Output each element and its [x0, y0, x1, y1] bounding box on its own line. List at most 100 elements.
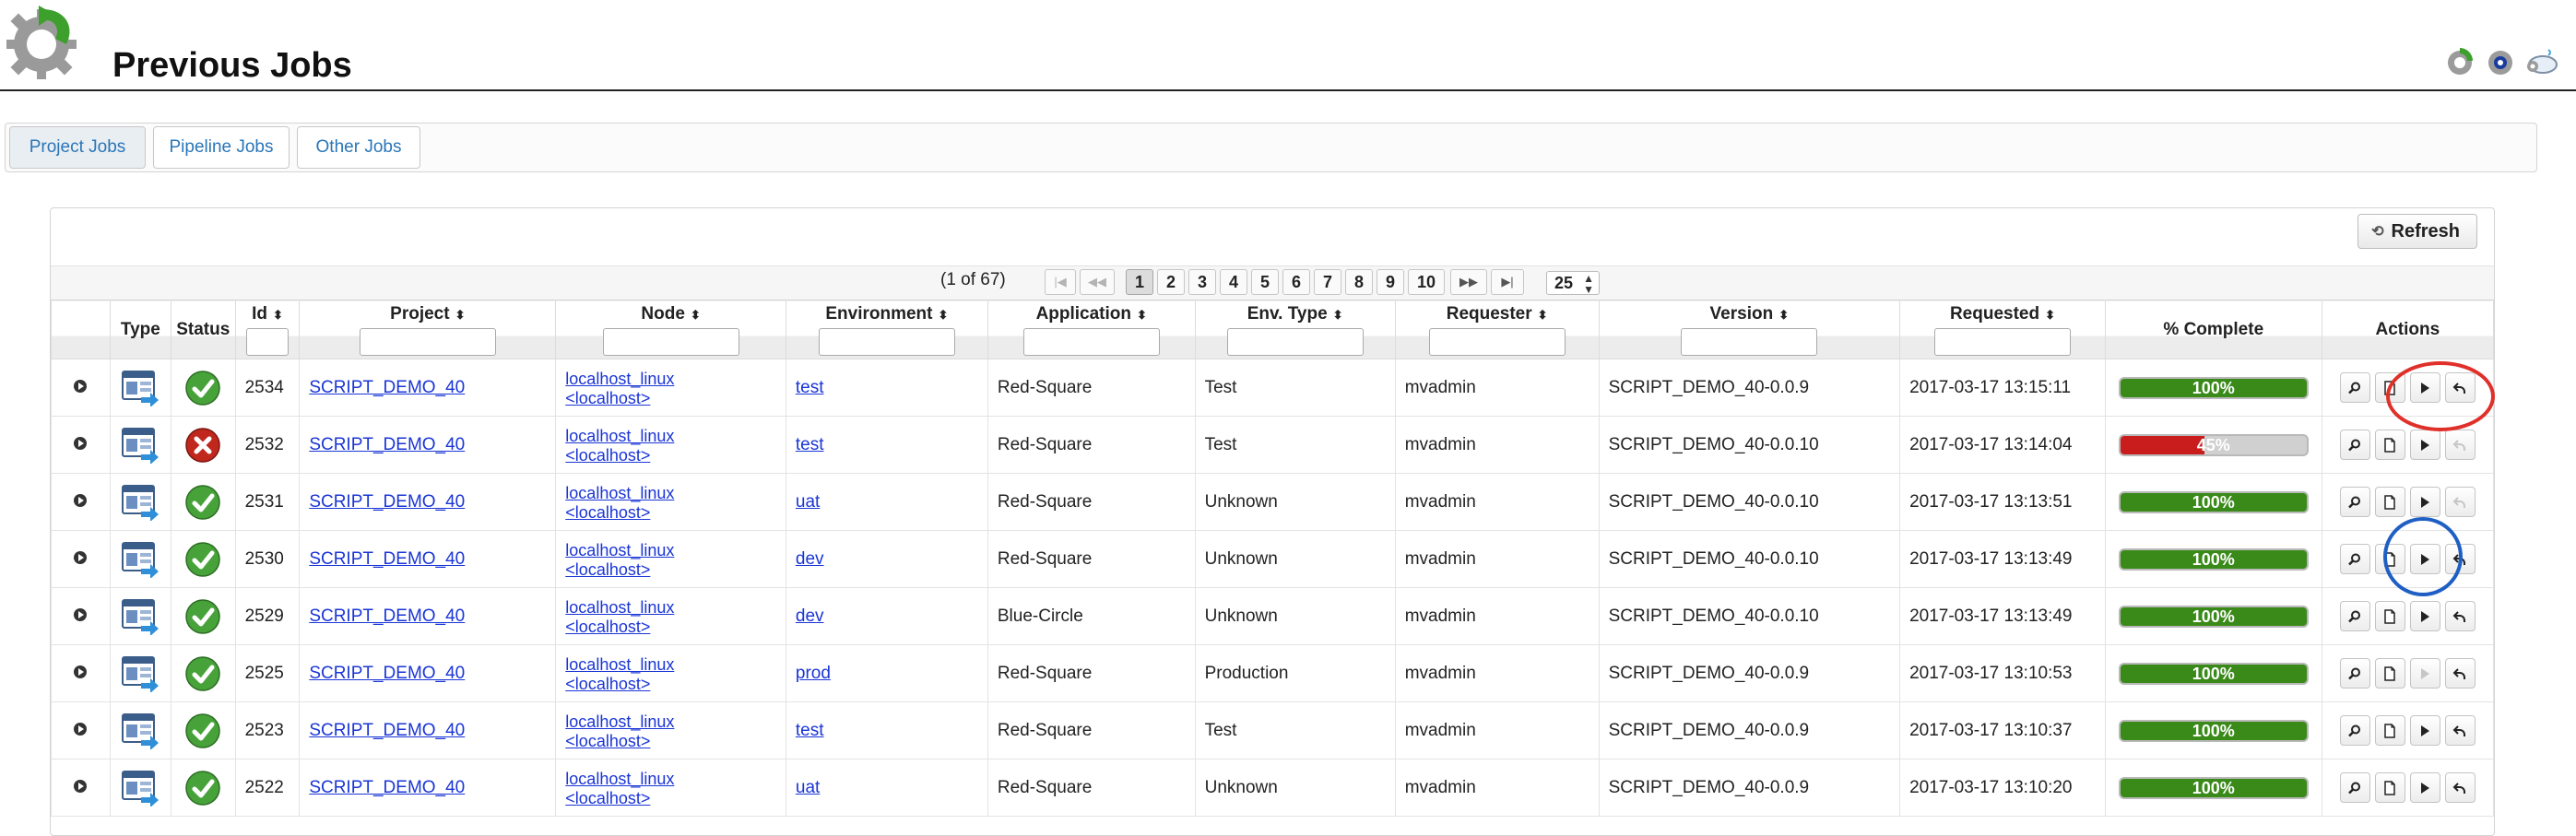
- node-link[interactable]: localhost_linux <localhost>: [565, 427, 674, 465]
- rerun-button[interactable]: [2409, 772, 2440, 803]
- environment-link[interactable]: uat: [796, 778, 820, 797]
- view-log-button[interactable]: [2374, 658, 2405, 689]
- project-filter-input[interactable]: [359, 328, 496, 356]
- row-expander[interactable]: [51, 530, 111, 588]
- node-link[interactable]: localhost_linux <localhost>: [565, 770, 674, 807]
- id-filter-input[interactable]: [245, 328, 289, 356]
- rerun-button[interactable]: [2409, 601, 2440, 631]
- expand-icon[interactable]: [74, 779, 88, 793]
- rollback-button[interactable]: [2444, 715, 2476, 746]
- requested-filter-input[interactable]: [1933, 328, 2071, 356]
- expand-icon[interactable]: [74, 550, 88, 564]
- view-details-button[interactable]: [2339, 601, 2370, 631]
- rollback-button[interactable]: [2444, 487, 2476, 517]
- row-expander[interactable]: [51, 587, 111, 645]
- node-link[interactable]: localhost_linux <localhost>: [565, 370, 674, 407]
- row-expander[interactable]: [51, 416, 111, 474]
- node-column-header[interactable]: Node ⬍: [555, 300, 786, 359]
- first-page-button[interactable]: |◀: [1045, 269, 1076, 295]
- environment-link[interactable]: test: [796, 435, 824, 454]
- table-row[interactable]: 2529 SCRIPT_DEMO_40 localhost_linux <localh…: [51, 587, 2495, 645]
- view-details-button[interactable]: [2339, 430, 2370, 460]
- project-link[interactable]: SCRIPT_DEMO_40: [309, 721, 465, 740]
- view-details-button[interactable]: [2339, 772, 2370, 803]
- view-log-button[interactable]: [2374, 487, 2405, 517]
- node-link[interactable]: localhost_linux <localhost>: [565, 484, 674, 522]
- row-expander[interactable]: [51, 701, 111, 759]
- row-expander[interactable]: [51, 644, 111, 702]
- page-button-6[interactable]: 6: [1282, 269, 1310, 295]
- project-link[interactable]: SCRIPT_DEMO_40: [309, 435, 465, 454]
- rerun-button[interactable]: [2409, 430, 2440, 460]
- expand-icon[interactable]: [74, 379, 88, 393]
- version-filter-input[interactable]: [1681, 328, 1818, 356]
- table-row[interactable]: 2522 SCRIPT_DEMO_40 localhost_linux <localh…: [51, 759, 2495, 817]
- environment-link[interactable]: prod: [796, 664, 831, 683]
- page-button-7[interactable]: 7: [1314, 269, 1341, 295]
- table-row[interactable]: 2523 SCRIPT_DEMO_40 localhost_linux <localh…: [51, 701, 2495, 759]
- view-details-button[interactable]: [2339, 372, 2370, 403]
- environment-link[interactable]: test: [796, 378, 824, 397]
- row-expander[interactable]: [51, 759, 111, 817]
- green-gear-icon[interactable]: [2441, 42, 2478, 79]
- application-column-header[interactable]: Application ⬍: [987, 300, 1196, 359]
- application-filter-input[interactable]: [1022, 328, 1160, 356]
- blue-gear-icon[interactable]: [2482, 42, 2519, 79]
- requested-column-header[interactable]: Requested ⬍: [1899, 300, 2106, 359]
- project-column-header[interactable]: Project ⬍: [299, 300, 557, 359]
- table-row[interactable]: 2534 SCRIPT_DEMO_40 localhost_linux <localh…: [51, 359, 2495, 417]
- project-link[interactable]: SCRIPT_DEMO_40: [309, 378, 465, 397]
- page-button-2[interactable]: 2: [1157, 269, 1185, 295]
- env-type-column-header[interactable]: Env. Type ⬍: [1194, 300, 1396, 359]
- project-link[interactable]: SCRIPT_DEMO_40: [309, 492, 465, 512]
- table-row[interactable]: 2530 SCRIPT_DEMO_40 localhost_linux <localh…: [51, 530, 2495, 588]
- project-link[interactable]: SCRIPT_DEMO_40: [309, 778, 465, 797]
- project-link[interactable]: SCRIPT_DEMO_40: [309, 549, 465, 569]
- expand-icon[interactable]: [74, 607, 88, 621]
- table-row[interactable]: 2525 SCRIPT_DEMO_40 localhost_linux <localh…: [51, 644, 2495, 702]
- prev-page-button[interactable]: ◀◀: [1080, 269, 1115, 295]
- row-expander[interactable]: [51, 473, 111, 531]
- view-details-button[interactable]: [2339, 715, 2370, 746]
- view-details-button[interactable]: [2339, 544, 2370, 574]
- expand-icon[interactable]: [74, 665, 88, 678]
- environment-link[interactable]: dev: [796, 606, 824, 626]
- row-expander[interactable]: [51, 359, 111, 417]
- page-button-8[interactable]: 8: [1345, 269, 1373, 295]
- page-button-10[interactable]: 10: [1408, 269, 1445, 295]
- rollback-button[interactable]: [2444, 772, 2476, 803]
- rollback-button[interactable]: [2444, 658, 2476, 689]
- view-log-button[interactable]: [2374, 715, 2405, 746]
- expand-icon[interactable]: [74, 493, 88, 507]
- view-details-button[interactable]: [2339, 487, 2370, 517]
- refresh-button[interactable]: ⟲ Refresh: [2357, 214, 2477, 249]
- tab-pipeline-jobs[interactable]: Pipeline Jobs: [153, 126, 290, 169]
- view-log-button[interactable]: [2374, 772, 2405, 803]
- node-filter-input[interactable]: [602, 328, 739, 356]
- page-button-1[interactable]: 1: [1126, 269, 1153, 295]
- view-log-button[interactable]: [2374, 430, 2405, 460]
- table-row[interactable]: 2531 SCRIPT_DEMO_40 localhost_linux <localh…: [51, 473, 2495, 531]
- tab-project-jobs[interactable]: Project Jobs: [9, 126, 146, 169]
- rows-per-page-select[interactable]: 25 ▲ ▼: [1546, 271, 1600, 295]
- page-button-9[interactable]: 9: [1377, 269, 1404, 295]
- requester-filter-input[interactable]: [1428, 328, 1566, 356]
- environment-column-header[interactable]: Environment ⬍: [785, 300, 988, 359]
- environment-link[interactable]: uat: [796, 492, 820, 512]
- env-type-filter-input[interactable]: [1226, 328, 1364, 356]
- requester-column-header[interactable]: Requester ⬍: [1394, 300, 1600, 359]
- version-column-header[interactable]: Version ⬍: [1598, 300, 1901, 359]
- page-button-5[interactable]: 5: [1251, 269, 1279, 295]
- project-link[interactable]: SCRIPT_DEMO_40: [309, 664, 465, 683]
- view-log-button[interactable]: [2374, 601, 2405, 631]
- environment-link[interactable]: test: [796, 721, 824, 740]
- rerun-button[interactable]: [2409, 658, 2440, 689]
- node-link[interactable]: localhost_linux <localhost>: [565, 655, 674, 693]
- view-details-button[interactable]: [2339, 658, 2370, 689]
- page-button-4[interactable]: 4: [1220, 269, 1247, 295]
- project-link[interactable]: SCRIPT_DEMO_40: [309, 606, 465, 626]
- node-link[interactable]: localhost_linux <localhost>: [565, 541, 674, 579]
- environment-link[interactable]: dev: [796, 549, 824, 569]
- rollback-button[interactable]: [2444, 601, 2476, 631]
- last-page-button[interactable]: ▶|: [1491, 269, 1524, 295]
